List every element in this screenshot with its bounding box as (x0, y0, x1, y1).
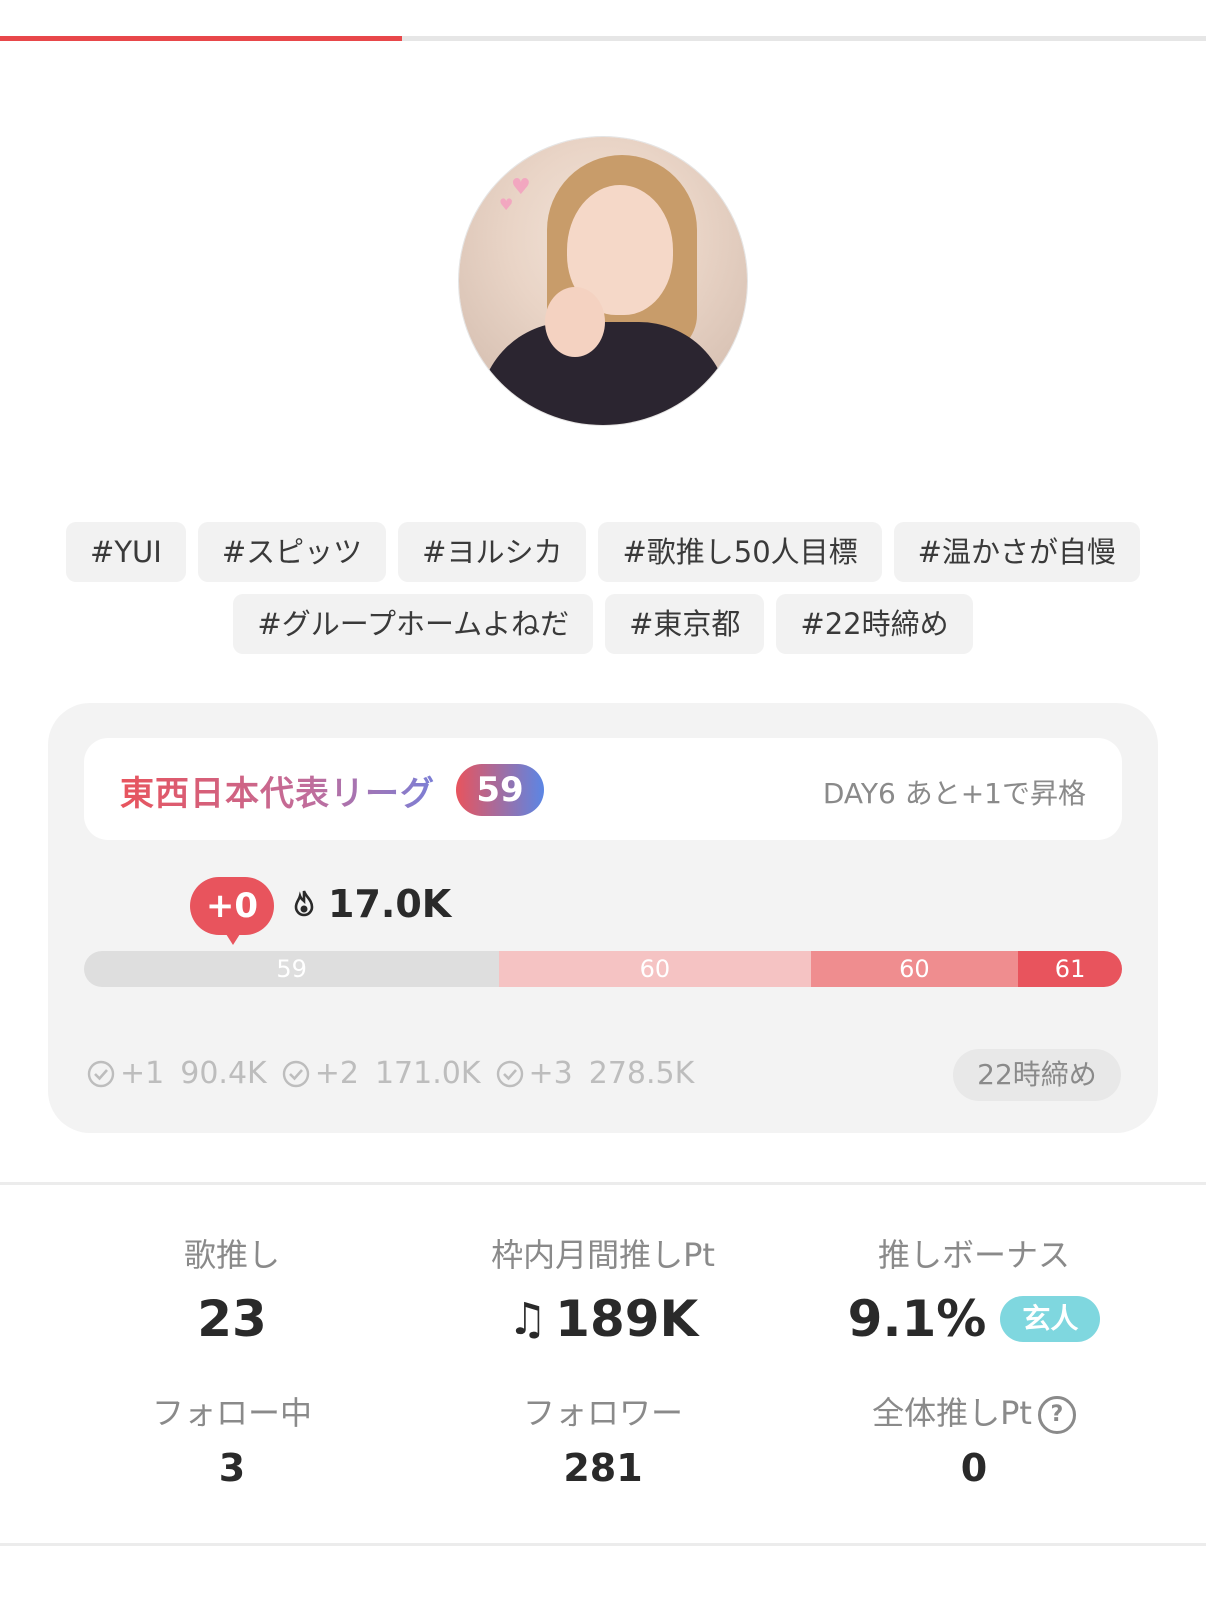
stat-value: 0 (784, 1446, 1164, 1490)
stat-number: 9.1% (847, 1290, 987, 1348)
tag-chip[interactable]: #スピッツ (197, 522, 387, 582)
help-icon[interactable]: ? (1037, 1396, 1076, 1434)
league-status: DAY6 あと+1で昇格 (822, 777, 1086, 810)
check-circle-icon (87, 1060, 115, 1087)
section-divider (0, 1543, 1206, 1546)
league-name: 東西日本代表リーグ (120, 766, 435, 815)
rank-delta-badge: +0 (190, 877, 274, 945)
stat-label: 歌推し (183, 1236, 280, 1274)
check-circle-icon (496, 1060, 523, 1087)
tag-chip[interactable]: #東京都 (605, 594, 765, 654)
bar-segment: 60 (810, 951, 1019, 987)
stat-label: フォロー中 (151, 1394, 312, 1432)
promotion-thresholds: +1 90.4K +2 171.0K +3 278.5K (86, 1056, 694, 1091)
threshold-label: +1 (120, 1056, 165, 1091)
tag-chip[interactable]: #グループホームよねだ (233, 594, 594, 654)
stat-value: 23 (42, 1290, 422, 1348)
flame-icon (294, 890, 314, 917)
stat-value: ♫ 189K (413, 1290, 793, 1348)
league-progress-bar: 59 60 60 61 (84, 951, 1122, 987)
threshold-value: 171.0K (374, 1056, 481, 1091)
threshold-value: 278.5K (588, 1056, 695, 1091)
stat-total-pt[interactable]: 全体推しPt? 0 (784, 1388, 1164, 1490)
stat-bonus[interactable]: 推しボーナス 9.1% 玄人 (784, 1230, 1164, 1348)
stat-label: フォロワー (522, 1394, 683, 1432)
tab-progress-bar (0, 36, 1206, 41)
league-rank-badge: 59 (456, 764, 544, 816)
tag-chip[interactable]: #歌推し50人目標 (598, 522, 882, 582)
threshold-value: 90.4K (180, 1056, 267, 1091)
stat-followers[interactable]: フォロワー 281 (413, 1388, 793, 1490)
tag-row: #グループホームよねだ #東京都 #22時締め (40, 594, 1166, 654)
stat-value: 3 (42, 1446, 422, 1490)
bar-segment: 60 (499, 951, 811, 987)
points-value: 17.0K (328, 882, 452, 926)
stat-song-oshi[interactable]: 歌推し 23 (42, 1230, 422, 1348)
league-points: 17.0K (290, 882, 451, 926)
section-divider (0, 1182, 1206, 1185)
stat-label-text: 全体推しPt (872, 1394, 1032, 1432)
threshold-item: +2 171.0K (281, 1056, 481, 1091)
music-note-icon: ♫ (507, 1293, 548, 1345)
tab-progress-fill (0, 36, 402, 41)
league-header[interactable]: 東西日本代表リーグ 59 DAY6 あと+1で昇格 (84, 738, 1122, 840)
threshold-label: +3 (528, 1056, 573, 1091)
stat-number: 0 (960, 1446, 988, 1490)
stat-number: 23 (197, 1290, 267, 1348)
check-circle-icon (282, 1060, 309, 1087)
bar-segment: 59 (84, 951, 500, 987)
deadline-badge: 22時締め (953, 1049, 1121, 1101)
stat-label: 枠内月間推しPt (491, 1236, 715, 1274)
tag-chip[interactable]: #温かさが自慢 (893, 522, 1140, 582)
stat-label: 推しボーナス (877, 1236, 1070, 1274)
tag-row: #YUI #スピッツ #ヨルシカ #歌推し50人目標 #温かさが自慢 (40, 522, 1166, 582)
tag-chip[interactable]: #22時締め (776, 594, 973, 654)
tag-list: #YUI #スピッツ #ヨルシカ #歌推し50人目標 #温かさが自慢 #グループホームよ… (40, 522, 1166, 666)
stat-number: 3 (218, 1446, 246, 1490)
stat-value: 9.1% 玄人 (784, 1290, 1164, 1348)
stat-following[interactable]: フォロー中 3 (42, 1388, 422, 1490)
bar-segment: 61 (1018, 951, 1122, 987)
stat-number: 281 (563, 1446, 643, 1490)
stat-value: 281 (413, 1446, 793, 1490)
stat-number: 189K (555, 1290, 699, 1348)
tag-chip[interactable]: #ヨルシカ (398, 522, 587, 582)
threshold-item: +1 90.4K (86, 1056, 267, 1091)
rank-badge: 玄人 (1000, 1296, 1101, 1342)
tag-chip[interactable]: #YUI (66, 522, 186, 582)
avatar[interactable]: ♥ ♥ (459, 137, 747, 425)
stat-label: 全体推しPt? (784, 1388, 1164, 1434)
threshold-label: +2 (314, 1056, 359, 1091)
threshold-item: +3 278.5K (495, 1056, 695, 1091)
stat-monthly-pt[interactable]: 枠内月間推しPt ♫ 189K (413, 1230, 793, 1348)
